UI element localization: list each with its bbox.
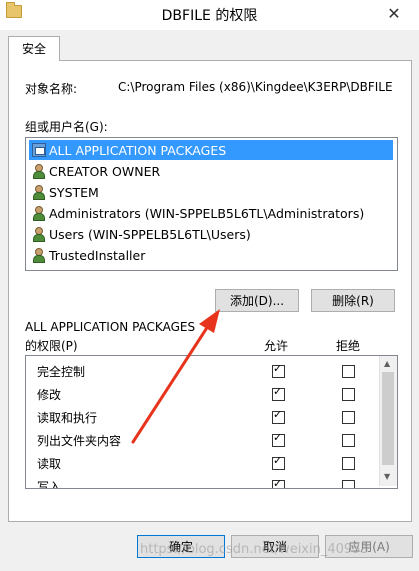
scroll-down-icon[interactable]: ▼ <box>384 472 390 481</box>
user-group-icon <box>32 206 46 221</box>
permission-row: 写入 <box>26 475 378 489</box>
allow-checkbox[interactable] <box>272 385 285 401</box>
permission-row: 读取和执行 <box>26 406 378 429</box>
deny-checkbox[interactable] <box>342 480 355 488</box>
vertical-scrollbar[interactable]: ▲ ▼ <box>379 356 397 486</box>
deny-checkbox[interactable] <box>342 365 355 378</box>
scroll-thumb[interactable] <box>382 372 394 465</box>
allow-checkbox[interactable] <box>272 454 285 470</box>
permissions-title: ALL APPLICATION PACKAGES <box>25 320 196 334</box>
user-listbox[interactable]: ALL APPLICATION PACKAGES CREATOR OWNER S… <box>25 137 398 271</box>
permission-name: 完全控制 <box>37 365 86 379</box>
permission-row: 完全控制 <box>26 360 378 383</box>
list-item[interactable]: TrustedInstaller <box>29 245 393 265</box>
permissions-list: 完全控制 修改 读取和执行 列出文件夹内容 读取 写入 ▲ ▼ <box>25 355 398 489</box>
deny-checkbox[interactable] <box>342 434 355 447</box>
window-title: DBFILE 的权限 <box>161 8 258 24</box>
allow-checkbox[interactable] <box>272 408 285 424</box>
user-group-icon <box>32 164 46 179</box>
user-group-icon <box>32 248 46 263</box>
user-group-icon <box>32 185 46 200</box>
object-name-label: 对象名称: <box>25 82 78 96</box>
permission-name: 列出文件夹内容 <box>37 434 122 448</box>
watermark: https://blog.csdn.net/weixin_40953 <box>140 542 369 557</box>
list-item[interactable]: Administrators (WIN-SPPELB5L6TL\Administ… <box>29 203 393 223</box>
user-name: TrustedInstaller <box>49 247 146 263</box>
list-item[interactable]: CREATOR OWNER <box>29 161 393 181</box>
allow-column-header: 允许 <box>264 339 289 353</box>
allow-checkbox[interactable] <box>272 477 285 488</box>
permissions-subtitle: 的权限(P) <box>25 339 78 353</box>
list-item[interactable]: Users (WIN-SPPELB5L6TL\Users) <box>29 224 393 244</box>
object-name-value: C:\Program Files (x86)\Kingdee\K3ERP\DBF… <box>118 80 393 94</box>
permission-name: 读取 <box>37 457 62 471</box>
close-button[interactable]: ✕ <box>381 2 407 26</box>
permission-row: 列出文件夹内容 <box>26 429 378 452</box>
permission-name: 修改 <box>37 388 62 402</box>
user-name: SYSTEM <box>49 184 99 200</box>
user-name: Administrators (WIN-SPPELB5L6TL\Administ… <box>49 205 365 221</box>
add-button[interactable]: 添加(D)... <box>215 289 299 312</box>
deny-checkbox[interactable] <box>342 388 355 401</box>
list-item[interactable]: SYSTEM <box>29 182 393 202</box>
deny-checkbox[interactable] <box>342 457 355 470</box>
allow-checkbox[interactable] <box>272 431 285 447</box>
permission-row: 读取 <box>26 452 378 475</box>
allow-checkbox[interactable] <box>272 362 285 378</box>
user-name: ALL APPLICATION PACKAGES <box>49 142 227 158</box>
deny-checkbox[interactable] <box>342 411 355 424</box>
scroll-up-icon[interactable]: ▲ <box>384 359 390 368</box>
user-group-icon <box>32 227 46 242</box>
user-name: CREATOR OWNER <box>49 163 161 179</box>
permission-name: 读取和执行 <box>37 411 98 425</box>
deny-column-header: 拒绝 <box>336 339 361 353</box>
remove-button[interactable]: 删除(R) <box>311 289 395 312</box>
permission-name: 写入 <box>37 480 62 489</box>
list-item[interactable]: ALL APPLICATION PACKAGES <box>29 140 393 160</box>
title-bar: DBFILE 的权限 ✕ <box>0 0 419 30</box>
user-name: Users (WIN-SPPELB5L6TL\Users) <box>49 226 251 242</box>
tab-security[interactable]: 安全 <box>8 36 60 61</box>
permission-row: 修改 <box>26 383 378 406</box>
package-icon <box>32 143 46 157</box>
groups-label: 组或用户名(G): <box>25 120 108 134</box>
